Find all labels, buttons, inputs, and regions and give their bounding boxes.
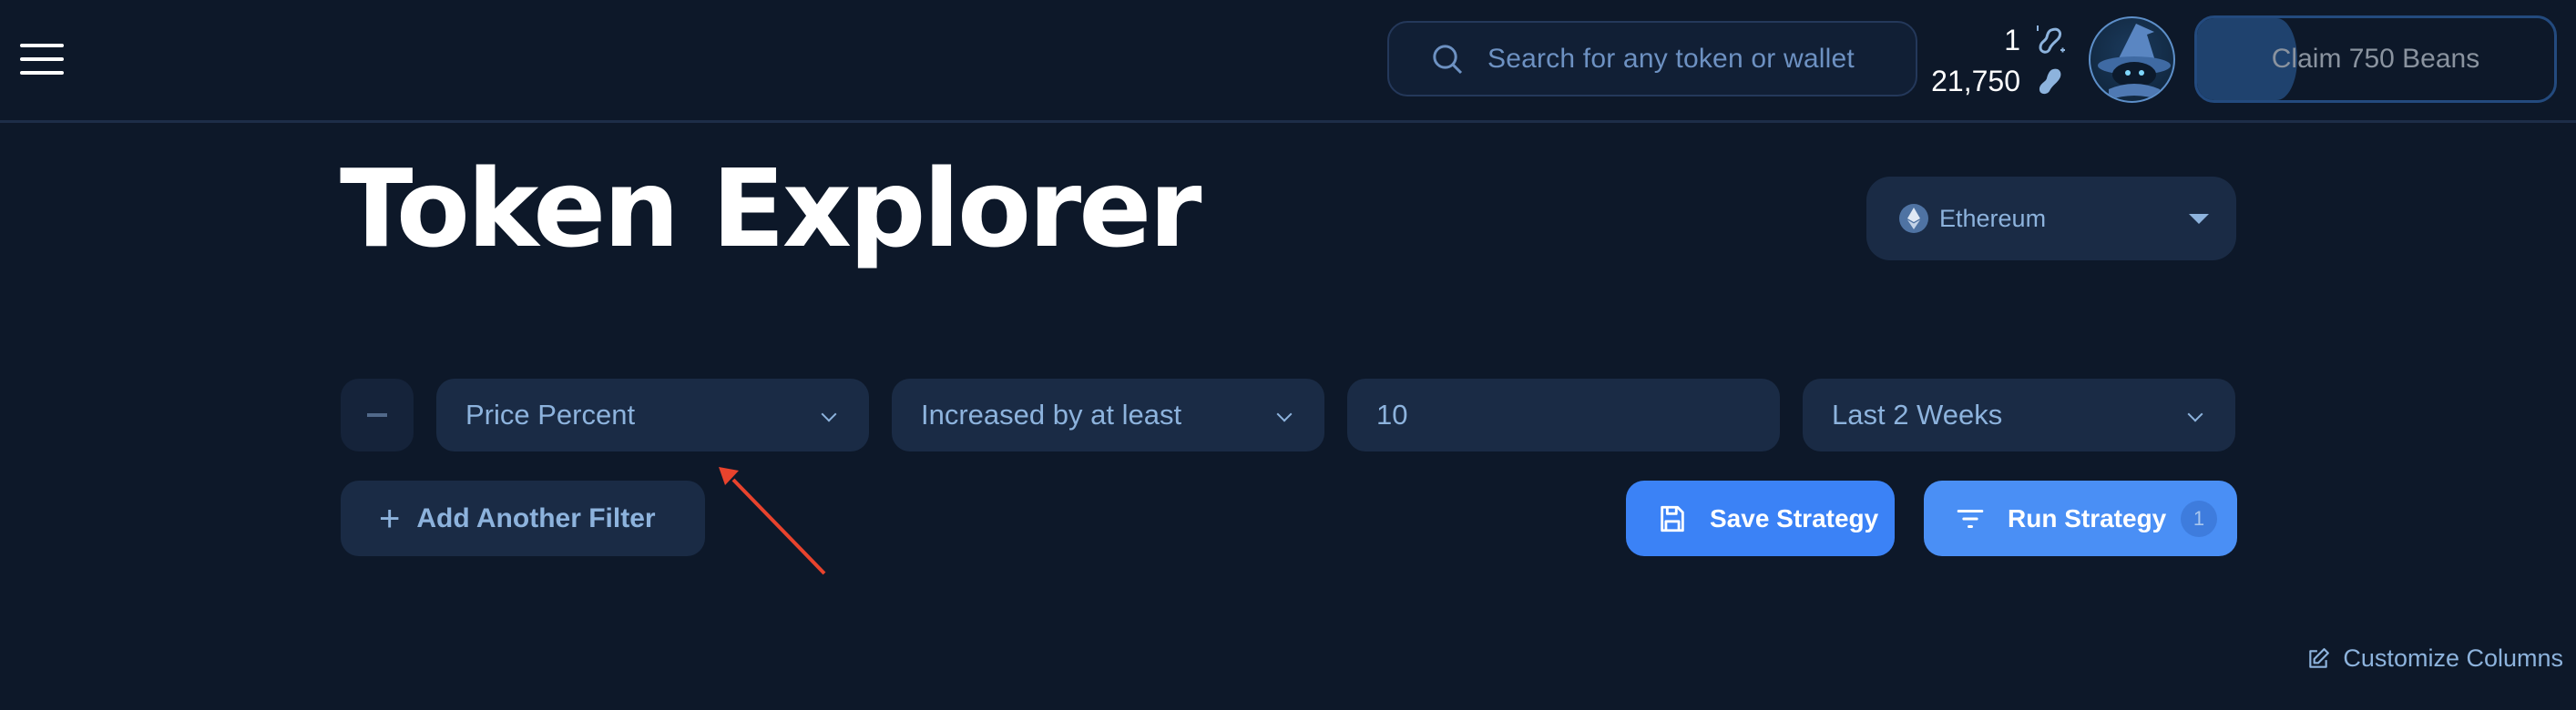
chain-select-value: Ethereum — [1939, 204, 2047, 232]
edit-icon — [2309, 647, 2330, 668]
chevron-down-icon — [1276, 406, 1293, 422]
chevron-down-icon — [821, 406, 837, 422]
bean-counters: 1 21,750 — [1931, 20, 2066, 102]
filter-value-text: 10 — [1376, 399, 1408, 431]
sparkle-bean-icon — [2037, 25, 2065, 54]
annotation-arrow-head — [719, 467, 739, 485]
user-avatar[interactable] — [2089, 16, 2175, 103]
remove-filter-button[interactable] — [341, 379, 414, 451]
search-icon — [1433, 44, 1463, 74]
search-input[interactable]: Search for any token or wallet — [1387, 21, 1917, 96]
customize-columns-button[interactable]: Customize Columns — [2306, 644, 2563, 673]
page-title: Token Explorer — [340, 146, 1201, 271]
chain-select[interactable]: Ethereum — [1866, 177, 2236, 260]
sparkle-bean-count: 1 — [2004, 24, 2020, 56]
save-strategy-button[interactable]: Save Strategy — [1626, 481, 1895, 556]
search-placeholder: Search for any token or wallet — [1487, 43, 1855, 74]
filter-condition-select[interactable]: Increased by at least — [892, 379, 1324, 451]
claim-beans-label: Claim 750 Beans — [2271, 44, 2480, 74]
add-filter-button[interactable]: + Add Another Filter — [341, 481, 705, 556]
save-icon — [1661, 505, 1684, 532]
add-filter-label: Add Another Filter — [416, 502, 656, 533]
run-strategy-label: Run Strategy — [2008, 503, 2167, 532]
run-strategy-button[interactable]: Run Strategy 1 — [1924, 481, 2237, 556]
customize-columns-label: Customize Columns — [2343, 644, 2563, 672]
chevron-down-icon — [2187, 406, 2203, 422]
wizard-avatar-icon — [2098, 24, 2171, 100]
menu-icon[interactable] — [20, 44, 64, 76]
save-strategy-label: Save Strategy — [1710, 503, 1879, 532]
filter-value-input[interactable]: 10 — [1347, 379, 1780, 451]
minus-icon — [367, 413, 387, 417]
claim-beans-button[interactable]: Claim 750 Beans — [2194, 15, 2557, 103]
plus-icon: + — [379, 498, 401, 539]
bean-icon — [2039, 68, 2061, 94]
bean-count: 21,750 — [1931, 65, 2020, 97]
filter-period-value: Last 2 Weeks — [1832, 399, 2003, 431]
filter-period-select[interactable]: Last 2 Weeks — [1803, 379, 2235, 451]
annotation-arrow-line — [731, 478, 826, 575]
filter-metric-select[interactable]: Price Percent — [436, 379, 869, 451]
filter-metric-value: Price Percent — [465, 399, 636, 431]
filter-icon — [1957, 509, 1984, 528]
ethereum-icon — [1899, 204, 1928, 233]
caret-down-icon — [2189, 214, 2209, 224]
run-strategy-badge: 1 — [2181, 501, 2217, 537]
top-navigation-bar: Search for any token or wallet 1 21,750 … — [0, 0, 2576, 123]
filter-condition-value: Increased by at least — [921, 399, 1182, 431]
